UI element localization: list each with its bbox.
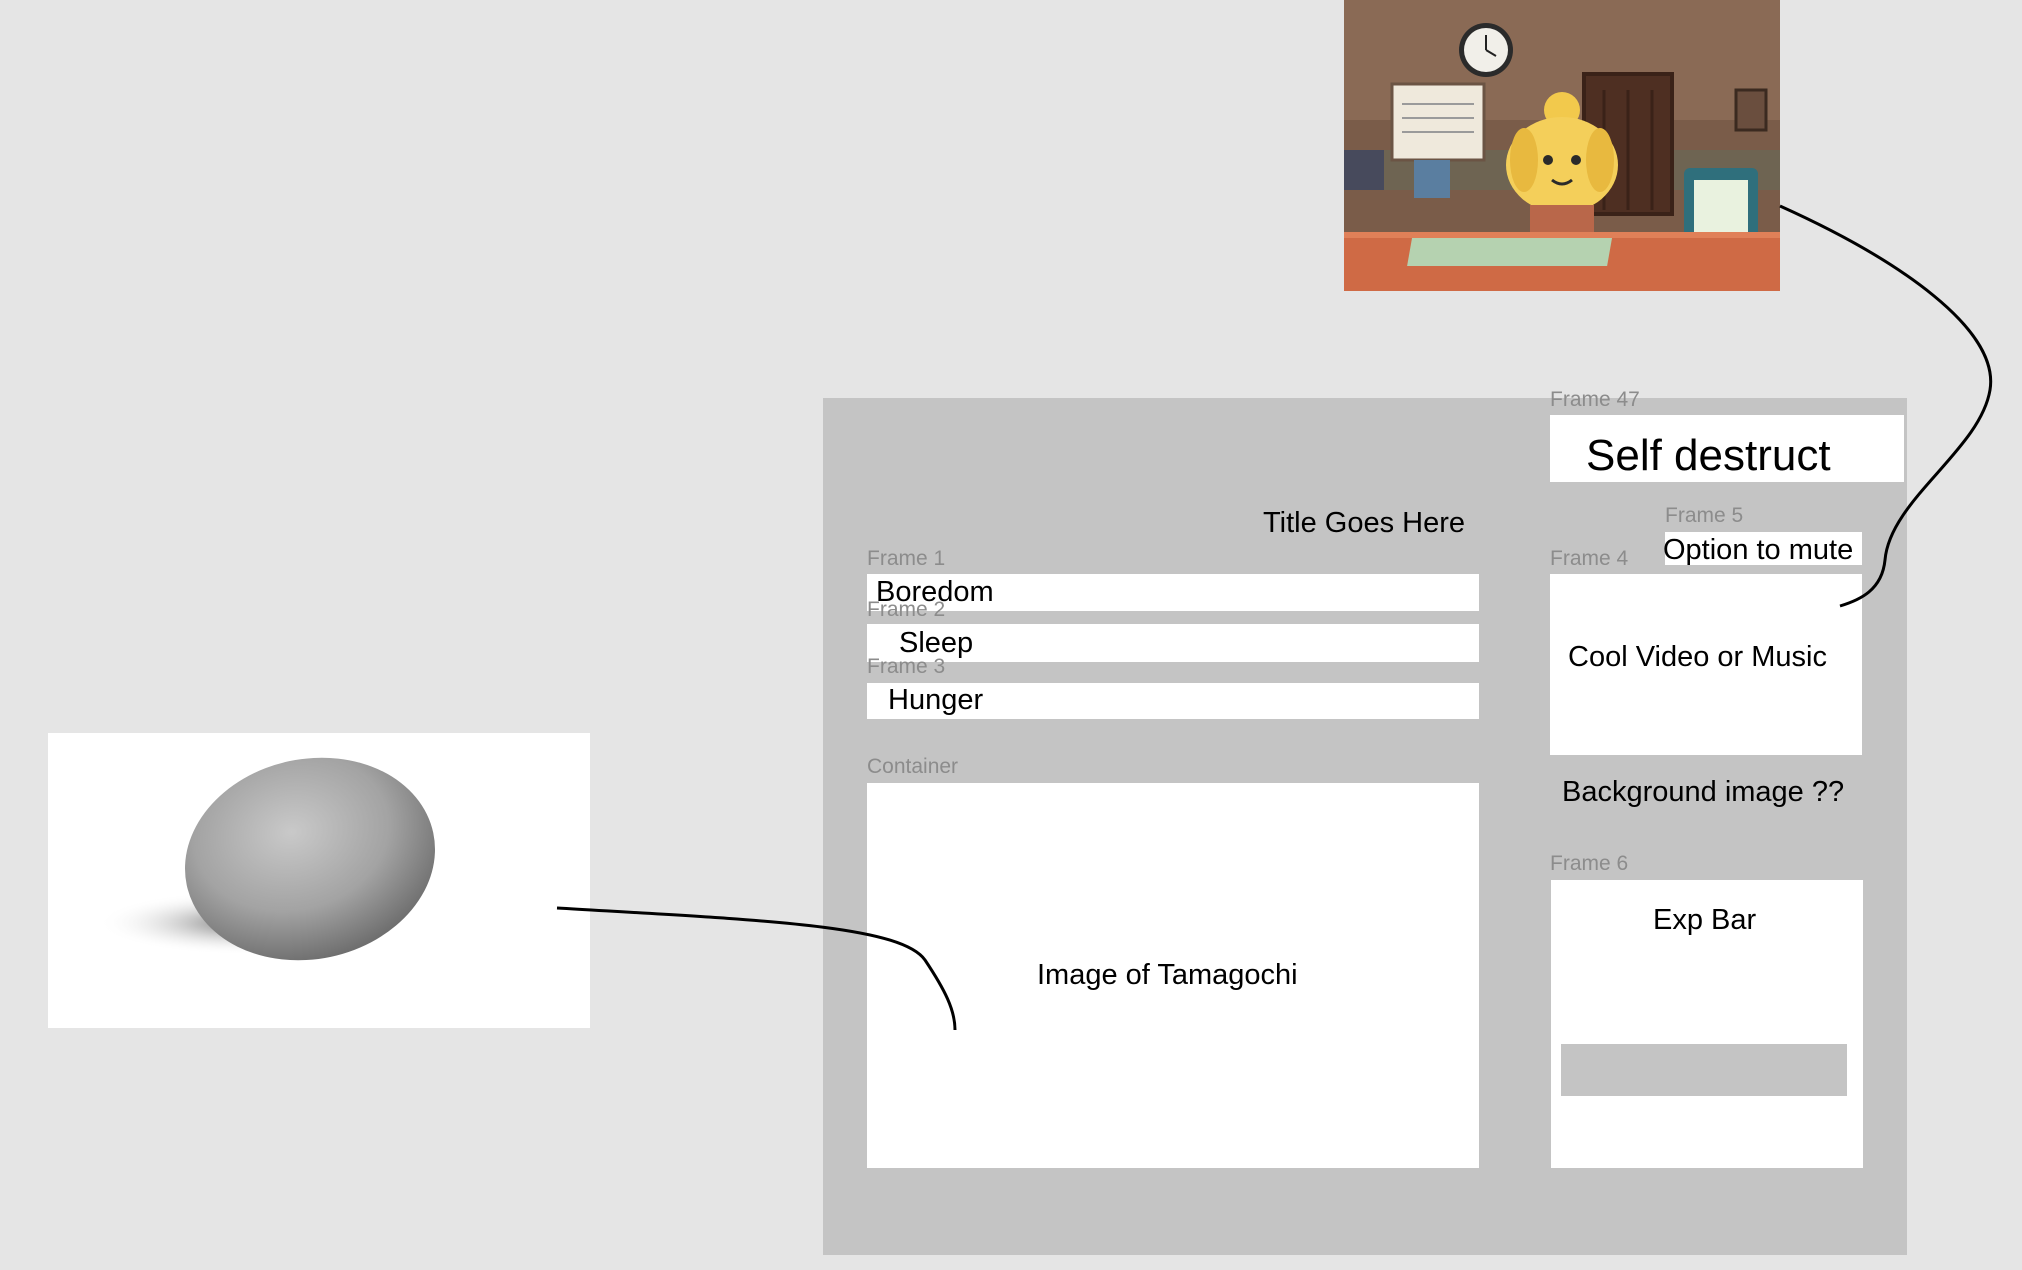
game-connector-line (1779, 204, 1993, 608)
connector-lines (556, 204, 1993, 1031)
stone-connector-line (556, 906, 957, 1031)
